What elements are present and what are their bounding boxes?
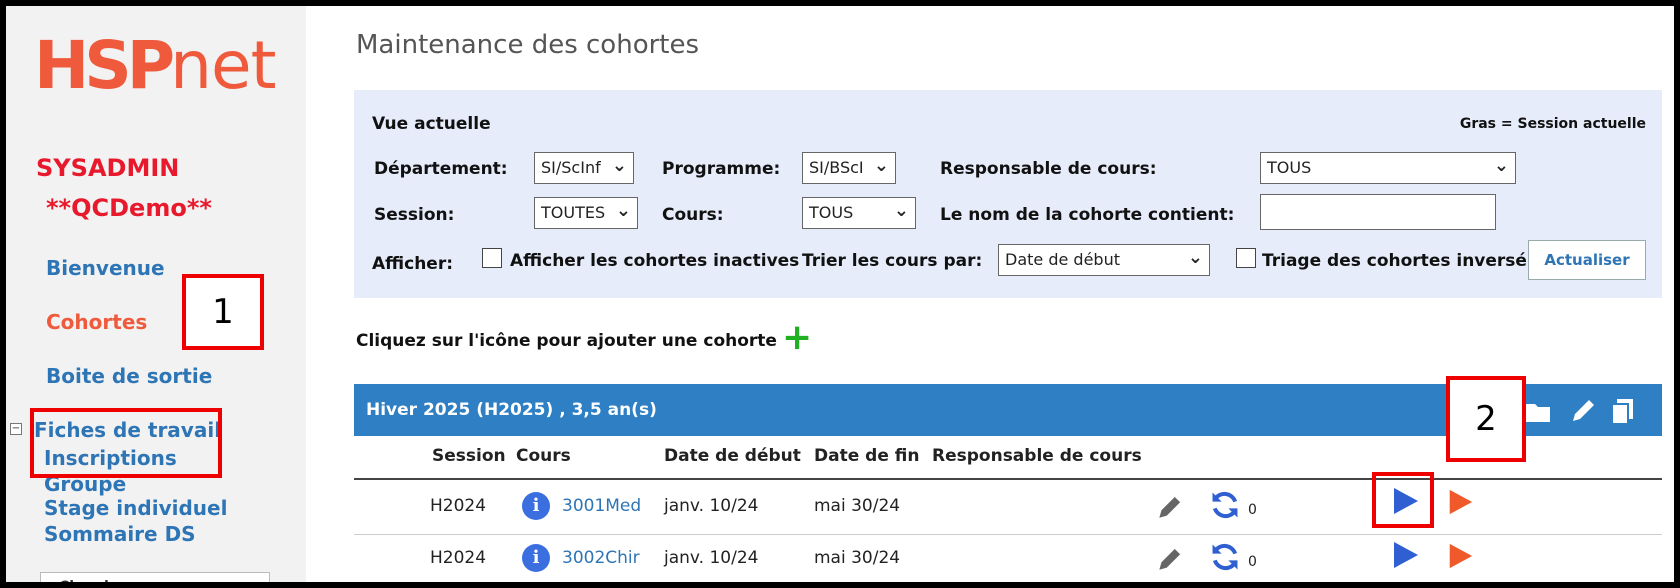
row-divider (354, 534, 1662, 535)
play-blue-icon[interactable] (1390, 540, 1420, 570)
collapse-toggle-icon[interactable]: − (10, 423, 22, 435)
search-box[interactable]: Chercher: (40, 572, 270, 582)
name-contains-label: Le nom de la cohorte contient: (940, 205, 1235, 225)
pencil-icon[interactable] (1568, 396, 1598, 426)
row-start-date: janv. 10/24 (664, 548, 759, 568)
play-orange-icon[interactable] (1446, 488, 1474, 516)
program-label: Programme: (662, 159, 781, 179)
screenshot-frame: HSPnet SYSADMIN **QCDemo** Bienvenue Coh… (0, 0, 1680, 588)
row-start-date: janv. 10/24 (664, 496, 759, 516)
reverse-sort-checkbox[interactable] (1236, 248, 1256, 268)
row-session: H2024 (430, 548, 487, 568)
refresh-button[interactable]: Actualiser (1528, 240, 1646, 280)
play-blue-icon[interactable] (1390, 486, 1420, 516)
sort-label: Trier les cours par: (802, 251, 983, 271)
nav-cohortes[interactable]: Cohortes (46, 310, 147, 334)
col-course: Cours (516, 446, 571, 466)
department-value: SI/ScInf (541, 158, 601, 177)
session-select[interactable]: TOUTES ⌄ (534, 197, 638, 229)
info-icon[interactable]: i (522, 492, 550, 520)
reverse-sort-label: Triage des cohortes inversé (1262, 251, 1527, 271)
filter-panel: Vue actuelle Gras = Session actuelle Dép… (354, 90, 1662, 298)
chevron-down-icon: ⌄ (873, 155, 889, 176)
edit-pencil-icon[interactable] (1154, 490, 1186, 522)
row-course-link[interactable]: 3002Chir (562, 548, 640, 568)
header-divider (354, 478, 1662, 480)
session-value: TOUTES (541, 203, 606, 222)
row-count: 0 (1248, 502, 1257, 518)
site-name: **QCDemo** (46, 194, 212, 222)
play-orange-icon[interactable] (1446, 542, 1474, 570)
annotation-2: 2 (1446, 376, 1526, 462)
logo-hsp: HSP (34, 27, 175, 104)
session-label: Session: (374, 205, 455, 225)
department-label: Département: (374, 159, 508, 179)
sort-value: Date de début (1005, 250, 1120, 269)
edit-pencil-icon[interactable] (1154, 542, 1186, 574)
bold-session-note: Gras = Session actuelle (1459, 116, 1646, 132)
current-view-label: Vue actuelle (372, 114, 491, 134)
add-cohort-hint: Cliquez sur l'icône pour ajouter une coh… (356, 331, 777, 351)
course-label: Cours: (662, 205, 724, 225)
department-select[interactable]: SI/ScInf ⌄ (534, 152, 634, 184)
chevron-down-icon: ⌄ (615, 200, 631, 221)
refresh-icon[interactable] (1208, 540, 1242, 574)
show-inactive-checkbox[interactable] (482, 248, 502, 268)
sort-select[interactable]: Date de début ⌄ (998, 244, 1210, 276)
logo-net: net (170, 27, 276, 104)
annotation-highlight-inscriptions (30, 408, 222, 478)
program-value: SI/BScI (809, 158, 864, 177)
page-title: Maintenance des cohortes (356, 30, 700, 60)
nav-bienvenue[interactable]: Bienvenue (46, 256, 165, 280)
add-cohort-plus-icon[interactable]: + (782, 320, 812, 356)
course-lead-label: Responsable de cours: (940, 159, 1157, 179)
nav-boite-de-sortie[interactable]: Boite de sortie (46, 364, 212, 388)
nav-stage-individuel[interactable]: Stage individuel (44, 496, 227, 520)
row-end-date: mai 30/24 (814, 548, 901, 568)
row-count: 0 (1248, 554, 1257, 570)
col-course-lead: Responsable de cours (932, 446, 1142, 466)
course-select[interactable]: TOUS ⌄ (802, 197, 916, 229)
refresh-icon[interactable] (1208, 488, 1242, 522)
chevron-down-icon: ⌄ (1187, 247, 1203, 268)
chevron-down-icon: ⌄ (893, 200, 909, 221)
chevron-down-icon: ⌄ (1493, 155, 1509, 176)
name-contains-input[interactable] (1260, 194, 1496, 230)
course-value: TOUS (809, 203, 854, 222)
info-icon[interactable]: i (522, 544, 550, 572)
cohort-title: Hiver 2025 (H2025) , 3,5 an(s) (366, 400, 657, 420)
nav-sommaire-ds[interactable]: Sommaire DS (44, 522, 196, 546)
row-session: H2024 (430, 496, 487, 516)
copy-icon[interactable] (1608, 396, 1638, 426)
show-label: Afficher: (372, 254, 454, 274)
chevron-down-icon: ⌄ (611, 155, 627, 176)
user-name: SYSADMIN (36, 154, 180, 182)
folder-open-icon[interactable] (1524, 396, 1554, 426)
program-select[interactable]: SI/BScI ⌄ (802, 152, 896, 184)
show-inactive-label: Afficher les cohortes inactives (510, 251, 800, 271)
annotation-1: 1 (182, 274, 264, 350)
col-session: Session (432, 446, 506, 466)
row-end-date: mai 30/24 (814, 496, 901, 516)
course-lead-value: TOUS (1267, 158, 1312, 177)
table-bottom-divider (354, 582, 1662, 584)
col-end-date: Date de fin (814, 446, 920, 466)
row-course-link[interactable]: 3001Med (562, 496, 641, 516)
col-start-date: Date de début (664, 446, 801, 466)
course-lead-select[interactable]: TOUS ⌄ (1260, 152, 1516, 184)
hspnet-logo[interactable]: HSPnet (34, 26, 284, 106)
